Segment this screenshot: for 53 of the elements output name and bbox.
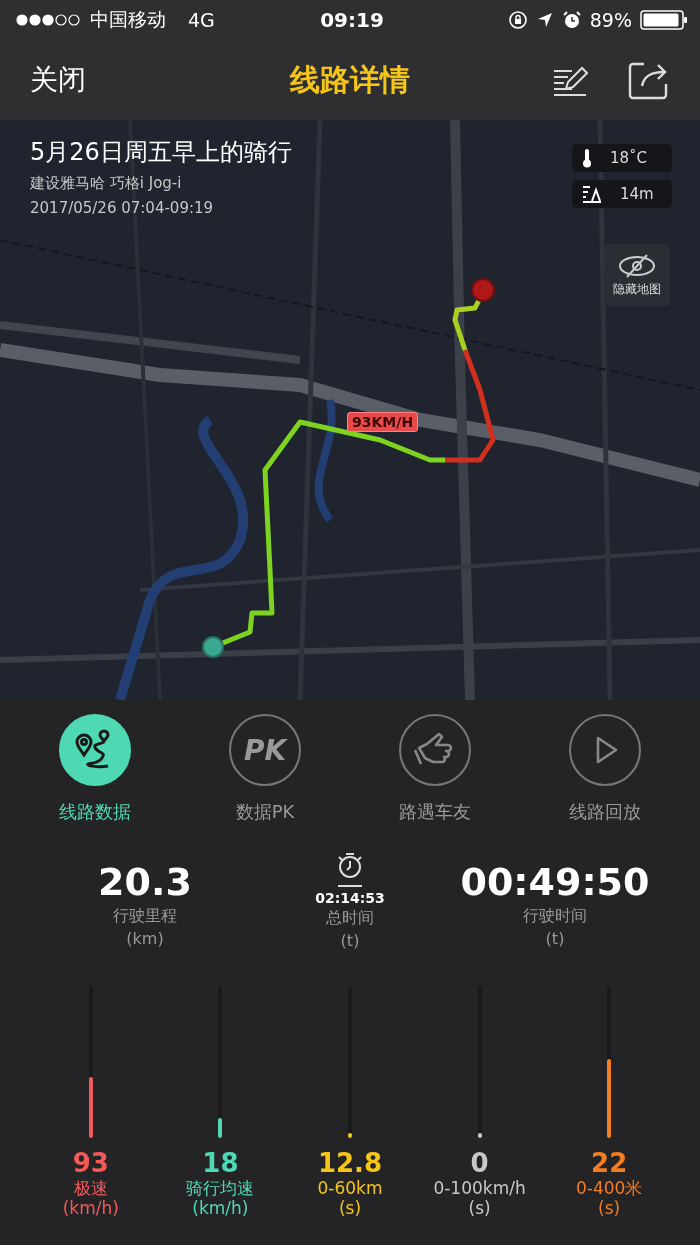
battery-percent: 89%: [589, 9, 632, 31]
ride-title: 5月26日周五早上的骑行: [30, 137, 292, 168]
gauge-value: 22: [591, 1148, 628, 1178]
gauge-label: 0-400米: [575, 1178, 643, 1198]
tab[interactable]: PK 数据PK: [190, 714, 340, 824]
pk-icon: PK: [229, 714, 301, 786]
tab[interactable]: 线路数据: [20, 714, 170, 824]
stat-label: 总时间: [326, 908, 374, 929]
gauge-value: 18: [202, 1148, 239, 1178]
hide-map-button[interactable]: 隐藏地图: [604, 244, 670, 306]
stat-unit: (t): [545, 929, 565, 948]
play-icon: [569, 714, 641, 786]
stat-unit: (t): [340, 931, 360, 950]
stat-label: 行驶时间: [523, 906, 587, 927]
speed-callout: 93KM/H: [347, 412, 419, 432]
gauge-value: 93: [72, 1148, 109, 1178]
gauge-unit: (s): [598, 1198, 621, 1218]
stat-value: 00:49:50: [460, 860, 650, 904]
stat-value: 20.3: [98, 860, 192, 904]
rotation-lock-icon: [507, 10, 528, 30]
page-title: 线路详情: [290, 60, 410, 99]
clock-time: 09:19: [320, 8, 384, 32]
gauge-label: 0-100km/h: [433, 1178, 526, 1198]
signal-icon: [16, 14, 82, 26]
gauge-unit: (s): [468, 1198, 491, 1218]
stat-label: 行驶里程: [113, 906, 177, 927]
stat-value: 02:14:53: [315, 890, 385, 906]
gauge-value: 12.8: [317, 1148, 383, 1178]
gauge-label: 0-60km: [317, 1178, 383, 1198]
carrier-name: 中国移动: [90, 7, 166, 32]
crossed-eye-icon: [617, 252, 657, 279]
vehicle-name: 建设雅马哈 巧格i Jog-i: [30, 174, 183, 193]
gauge-value: 0: [470, 1148, 489, 1178]
altitude-icon: [582, 185, 602, 203]
network-type: 4G: [188, 9, 215, 31]
stat-unit: (km): [126, 929, 164, 948]
share-icon[interactable]: [628, 60, 670, 100]
tab[interactable]: 路遇车友: [360, 714, 510, 824]
gauge-unit: (km/h): [62, 1198, 119, 1218]
thermometer-icon: [582, 148, 592, 168]
temperature-value: 18˚C: [610, 149, 648, 167]
thumbs-up-icon: [399, 714, 471, 786]
alarm-icon: [561, 10, 582, 30]
gauge-unit: (km/h): [192, 1198, 249, 1218]
close-button[interactable]: 关闭: [30, 61, 180, 99]
gauge-label: 骑行均速: [186, 1178, 255, 1198]
altitude-value: 14m: [620, 185, 654, 203]
battery-icon: [640, 10, 688, 30]
ride-time-range: 2017/05/26 07:04-09:19: [30, 199, 215, 217]
stopwatch-icon: [335, 852, 365, 888]
gauge-unit: (s): [338, 1198, 362, 1218]
tab[interactable]: 线路回放: [530, 714, 680, 824]
gauge-label: 极速: [73, 1178, 108, 1198]
